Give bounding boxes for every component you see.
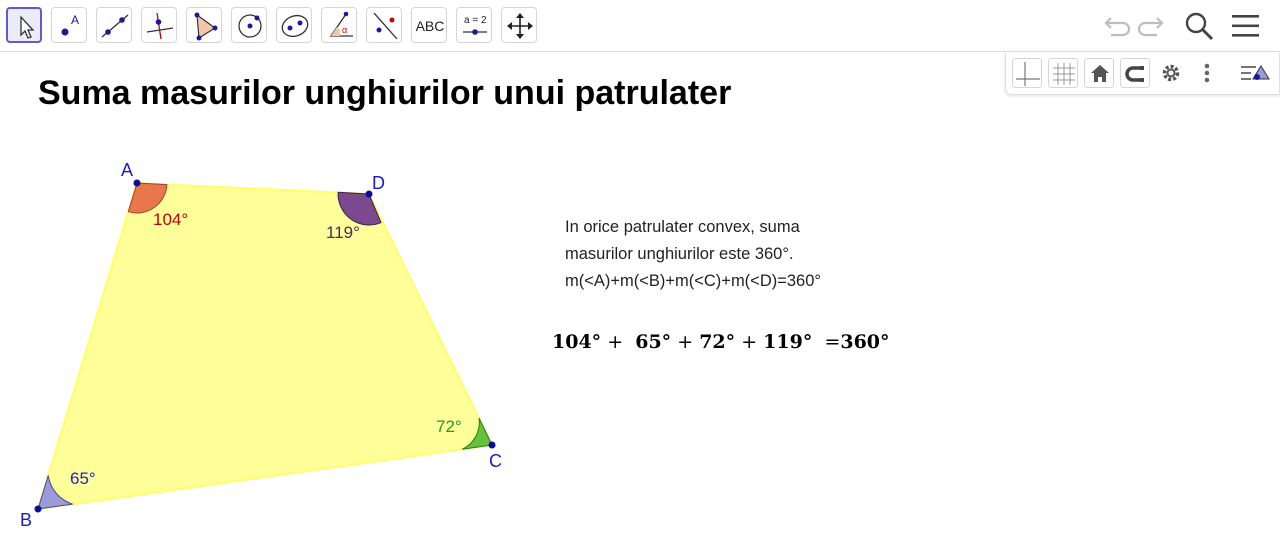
home-icon [1091,65,1109,82]
standard-view-button[interactable] [1084,58,1114,88]
description-text[interactable]: In orice patrulater convex, suma masuril… [565,214,821,295]
quadrilateral-polygon[interactable] [36,181,494,511]
description-line-3: m(<A)+m(<B)+m(<C)+m(<D)=360° [565,272,821,290]
settings-icon [1162,64,1180,82]
undo-button[interactable] [1098,9,1132,43]
point-b-label: B [20,510,32,530]
point-c-label: C [489,451,502,471]
formula-term-d: 119° [763,331,813,353]
angle-c-label: 72° [436,417,462,436]
more-options-button[interactable] [1192,58,1222,88]
formula-total: 360° [840,331,890,353]
show-axes-button[interactable] [1012,58,1042,88]
point-capture-icon [1125,66,1144,82]
description-line-1: In orice patrulater convex, suma [565,218,800,236]
point-a-label: A [121,160,133,180]
formula-term-b: 65° [635,331,672,353]
angle-a-label: 104° [153,210,188,229]
toggle-stylebar-icon [1241,65,1270,80]
angle-b-label: 65° [70,469,96,488]
search-icon [1185,12,1214,41]
menu-button[interactable] [1229,9,1263,43]
formula-term-a: 104° [552,331,602,353]
description-line-2: masurilor unghiurilor este 360°. [565,245,794,263]
axes-icon [1016,62,1040,86]
settings-button[interactable] [1156,58,1186,88]
formula-equals: = [824,331,841,353]
formula-term-c: 72° [699,331,736,353]
menu-icon [1232,15,1259,37]
angle-d-label: 119° [326,223,360,242]
redo-icon [1137,17,1164,37]
formula-plus-1: + [607,331,624,353]
point-a[interactable] [133,179,141,187]
redo-button[interactable] [1136,9,1170,43]
search-button[interactable] [1182,9,1216,43]
graphics-stylebar [1005,53,1280,95]
point-d-label: D [372,173,385,193]
sum-formula[interactable]: 104° + 65° + 72° + 119° =360° [552,331,890,353]
point-capturing-button[interactable] [1120,58,1150,88]
show-grid-button[interactable] [1048,58,1078,88]
point-b[interactable] [34,505,42,513]
graphics-view[interactable]: 104° 65° 72° 119° A B C D [0,0,560,550]
point-c[interactable] [488,441,496,449]
formula-plus-2: + [677,331,694,353]
grid-icon [1053,63,1075,85]
undo-icon [1104,17,1131,37]
more-icon [1204,63,1210,83]
formula-plus-3: + [741,331,758,353]
toggle-stylebar-button[interactable] [1238,58,1270,88]
